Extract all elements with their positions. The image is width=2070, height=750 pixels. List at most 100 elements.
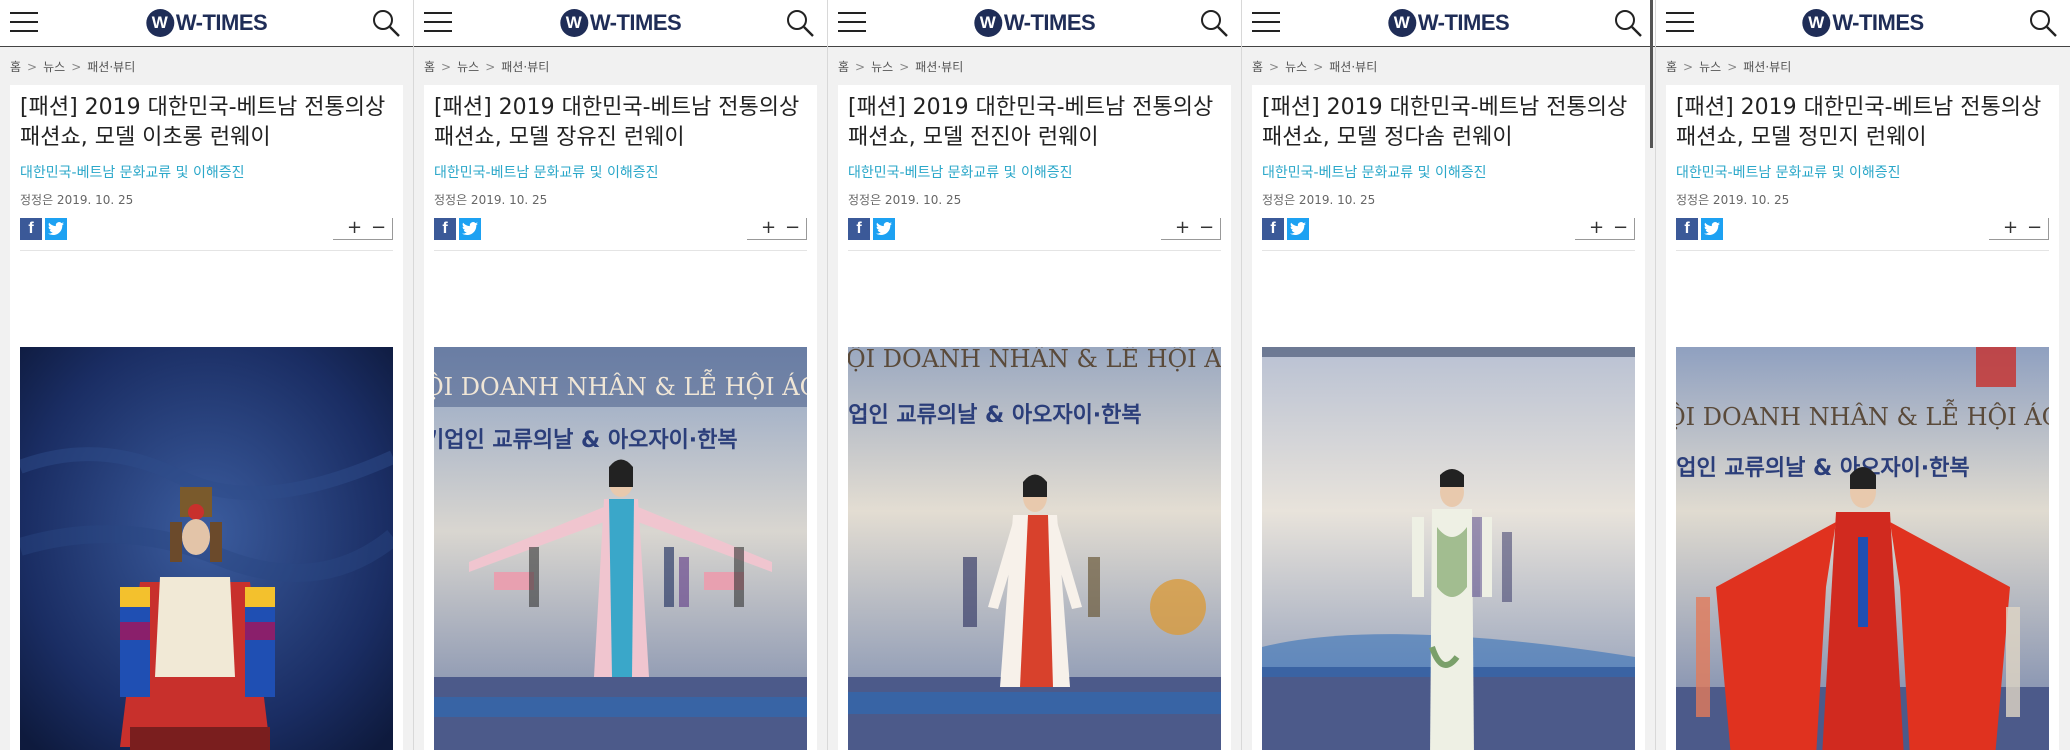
breadcrumb-section[interactable]: 패션·뷰티 — [501, 60, 549, 74]
site-header: W W-TIMES — [1242, 0, 1655, 47]
font-size-control: + − — [1161, 218, 1221, 240]
search-icon[interactable] — [1199, 8, 1229, 38]
breadcrumb-section[interactable]: 패션·뷰티 — [87, 60, 135, 74]
banner-line-1: ỘI DOANH NHÂN & LỄ HỘI ÁO — [434, 369, 807, 401]
logo-mark: W — [145, 9, 174, 37]
facebook-icon[interactable]: f — [848, 218, 870, 240]
article-subtitle: 대한민국-베트남 문화교류 및 이해증진 — [20, 165, 245, 181]
twitter-icon[interactable] — [1287, 218, 1309, 240]
article-photo: ỘI DOANH NHÂN & LỄ HỘI ÁO 기업인 교류의날 & 아오자… — [1676, 347, 2049, 750]
zoom-in-button[interactable]: + — [1175, 218, 1190, 238]
zoom-in-button[interactable]: + — [761, 218, 776, 238]
article-title: [패션] 2019 대한민국-베트남 전통의상 패션쇼, 모델 전진아 런웨이 — [848, 95, 1214, 150]
breadcrumb: 홈 > 뉴스 > 패션·뷰티 — [424, 58, 549, 75]
article-date: 정정은 2019. 10. 25 — [1676, 193, 1790, 207]
article-panel-5: W W-TIMES 홈 > 뉴스 > 패션·뷰티 [패션] 2019 대한민국-베트남 … — [1656, 0, 2070, 750]
breadcrumb-separator: > — [855, 60, 866, 74]
screenshot-strip: W W-TIMES 홈 > 뉴스 > 패션·뷰티 [패션] 2019 대한민국-베트남 … — [0, 0, 2070, 750]
zoom-in-button[interactable]: + — [1589, 218, 1604, 238]
zoom-in-button[interactable]: + — [347, 218, 362, 238]
breadcrumb-home[interactable]: 홈 — [838, 60, 849, 74]
site-logo[interactable]: W W-TIMES — [1387, 9, 1510, 37]
site-logo[interactable]: W W-TIMES — [1802, 9, 1924, 37]
article-title: [패션] 2019 대한민국-베트남 전통의상 패션쇼, 모델 정민지 런웨이 — [1676, 95, 2042, 150]
zoom-out-button[interactable]: − — [785, 218, 800, 238]
breadcrumb-separator: > — [71, 60, 82, 74]
hamburger-menu-icon[interactable] — [838, 12, 866, 32]
article-photo: ỘI DOANH NHÂN & LỄ HỘI ÁO 기업인 교류의날 & 아오자… — [848, 347, 1221, 750]
article-date: 정정은 2019. 10. 25 — [434, 193, 548, 207]
site-logo[interactable]: W W-TIMES — [973, 9, 1096, 37]
breadcrumb-news[interactable]: 뉴스 — [871, 60, 893, 74]
breadcrumb-section[interactable]: 패션·뷰티 — [915, 60, 963, 74]
zoom-out-button[interactable]: − — [2027, 218, 2042, 238]
site-header: W W-TIMES — [1656, 0, 2070, 47]
zoom-out-button[interactable]: − — [371, 218, 386, 238]
article-card: [패션] 2019 대한민국-베트남 전통의상 패션쇼, 모델 전진아 런웨이 … — [838, 85, 1231, 750]
hamburger-menu-icon[interactable] — [1666, 12, 1694, 32]
logo-text: W-TIMES — [1417, 10, 1510, 35]
breadcrumb-separator: > — [1727, 60, 1738, 74]
search-icon[interactable] — [371, 8, 401, 38]
breadcrumb-separator: > — [1313, 60, 1324, 74]
article-panel-4: W W-TIMES 홈 > 뉴스 > 패션·뷰티 [패션] 2019 대한민국-베트남 … — [1242, 0, 1655, 750]
twitter-icon[interactable] — [459, 218, 481, 240]
article-card: [패션] 2019 대한민국-베트남 전통의상 패션쇼, 모델 정민지 런웨이 … — [1666, 85, 2059, 750]
breadcrumb-separator: > — [485, 60, 496, 74]
divider — [434, 250, 807, 251]
breadcrumb-news[interactable]: 뉴스 — [1699, 60, 1721, 74]
zoom-in-button[interactable]: + — [2003, 218, 2018, 238]
breadcrumb: 홈 > 뉴스 > 패션·뷰티 — [1252, 58, 1377, 75]
breadcrumb-section[interactable]: 패션·뷰티 — [1329, 60, 1377, 74]
breadcrumb-section[interactable]: 패션·뷰티 — [1743, 60, 1791, 74]
breadcrumb: 홈 > 뉴스 > 패션·뷰티 — [838, 58, 963, 75]
breadcrumb-separator: > — [1269, 60, 1280, 74]
breadcrumb-home[interactable]: 홈 — [10, 60, 21, 74]
article-card: [패션] 2019 대한민국-베트남 전통의상 패션쇼, 모델 장유진 런웨이 … — [424, 85, 817, 750]
site-header: W W-TIMES — [414, 0, 827, 47]
breadcrumb-news[interactable]: 뉴스 — [1285, 60, 1307, 74]
search-icon[interactable] — [2028, 8, 2058, 38]
font-size-control: + − — [1989, 218, 2049, 240]
site-header: W W-TIMES — [0, 0, 413, 47]
twitter-icon[interactable] — [1701, 218, 1723, 240]
breadcrumb-news[interactable]: 뉴스 — [43, 60, 65, 74]
article-subtitle: 대한민국-베트남 문화교류 및 이해증진 — [848, 165, 1073, 181]
banner-line-1: ỘI DOANH NHÂN & LỄ HỘI ÁO — [848, 347, 1221, 373]
twitter-icon[interactable] — [45, 218, 67, 240]
breadcrumb-home[interactable]: 홈 — [424, 60, 435, 74]
hamburger-menu-icon[interactable] — [424, 12, 452, 32]
facebook-icon[interactable]: f — [1676, 218, 1698, 240]
article-date: 정정은 2019. 10. 25 — [1262, 193, 1376, 207]
article-subtitle: 대한민국-베트남 문화교류 및 이해증진 — [434, 165, 659, 181]
article-photo — [1262, 347, 1635, 750]
twitter-icon[interactable] — [873, 218, 895, 240]
breadcrumb-news[interactable]: 뉴스 — [457, 60, 479, 74]
search-icon[interactable] — [1613, 8, 1643, 38]
logo-text: W-TIMES — [1003, 10, 1096, 35]
divider — [848, 250, 1221, 251]
breadcrumb-separator: > — [899, 60, 910, 74]
zoom-out-button[interactable]: − — [1613, 218, 1628, 238]
article-panel-2: W W-TIMES 홈 > 뉴스 > 패션·뷰티 [패션] 2019 대한민국-베트남 … — [414, 0, 827, 750]
facebook-icon[interactable]: f — [434, 218, 456, 240]
breadcrumb: 홈 > 뉴스 > 패션·뷰티 — [1666, 58, 1791, 75]
article-card: [패션] 2019 대한민국-베트남 전통의상 패션쇼, 모델 정다솜 런웨이 … — [1252, 85, 1645, 750]
logo-mark: W — [973, 9, 1002, 37]
breadcrumb-home[interactable]: 홈 — [1666, 60, 1677, 74]
site-logo[interactable]: W W-TIMES — [559, 9, 682, 37]
search-icon[interactable] — [785, 8, 815, 38]
site-logo[interactable]: W W-TIMES — [145, 9, 268, 37]
scrollbar[interactable] — [1650, 0, 1653, 148]
zoom-out-button[interactable]: − — [1199, 218, 1214, 238]
hamburger-menu-icon[interactable] — [1252, 12, 1280, 32]
site-header: W W-TIMES — [828, 0, 1241, 47]
facebook-icon[interactable]: f — [20, 218, 42, 240]
hamburger-menu-icon[interactable] — [10, 12, 38, 32]
breadcrumb-separator: > — [27, 60, 38, 74]
breadcrumb-home[interactable]: 홈 — [1252, 60, 1263, 74]
article-card: [패션] 2019 대한민국-베트남 전통의상 패션쇼, 모델 이초롱 런웨이 … — [10, 85, 403, 750]
banner-line-2: 기업인 교류의날 & 아오자이·한복 — [1676, 456, 1970, 481]
logo-text: W-TIMES — [1832, 10, 1924, 35]
facebook-icon[interactable]: f — [1262, 218, 1284, 240]
